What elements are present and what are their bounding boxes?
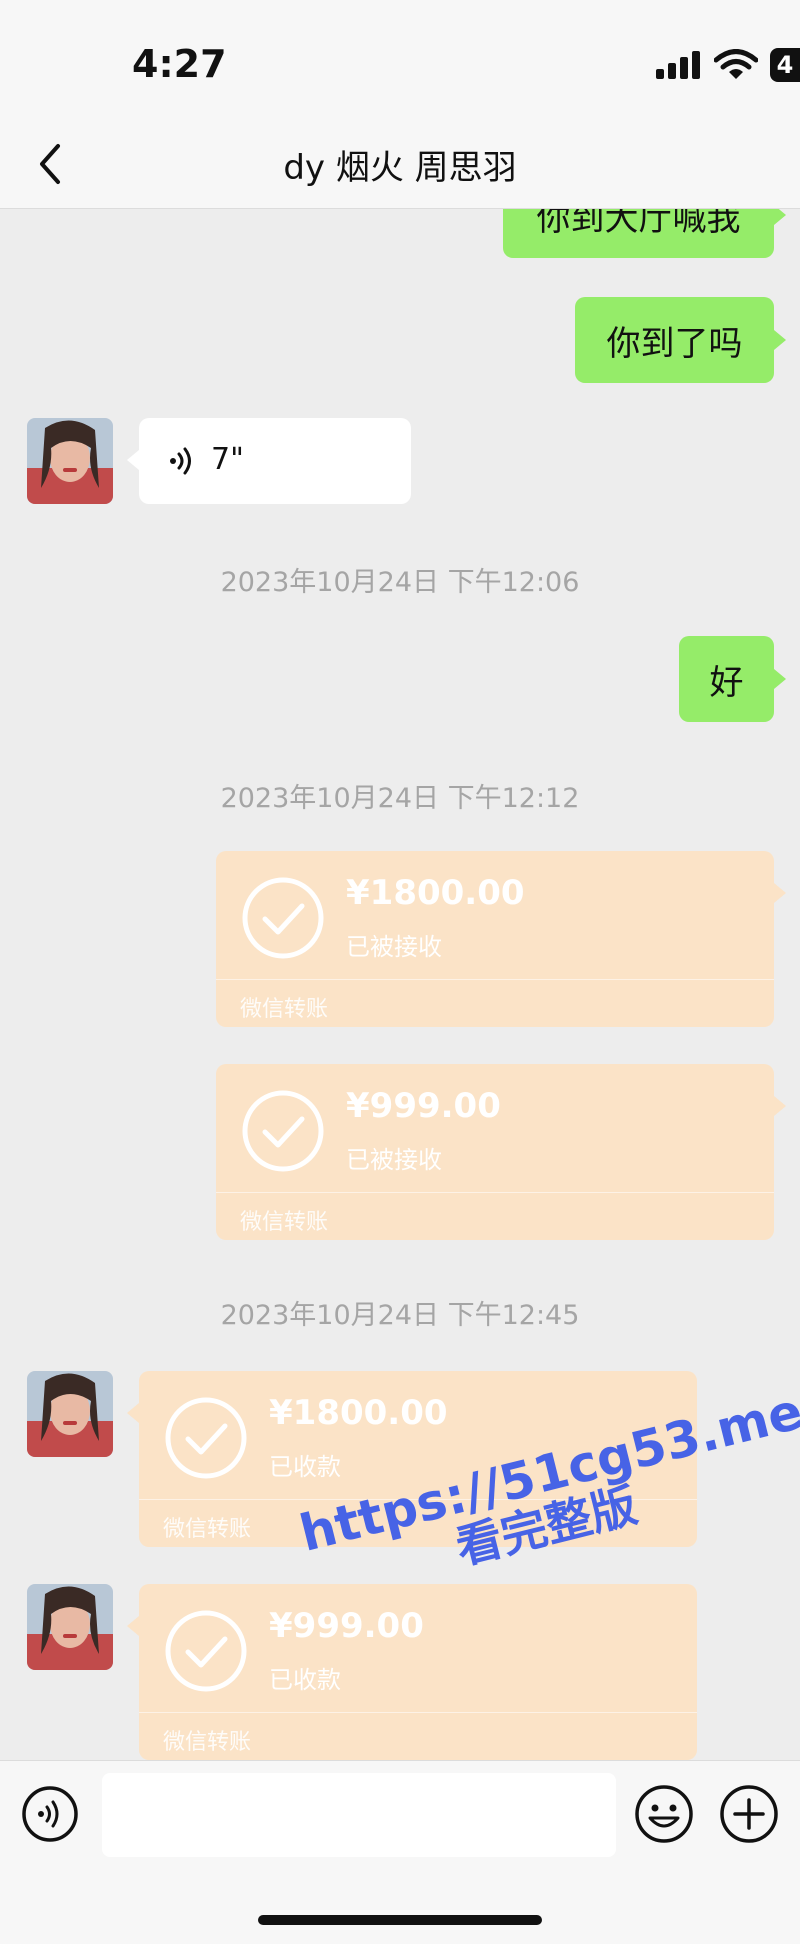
transfer-divider	[139, 1712, 697, 1713]
status-icons: 4	[656, 48, 800, 82]
received-voice-bubble[interactable]: 7"	[127, 418, 411, 504]
transfer-footer: 微信转账	[240, 1210, 329, 1235]
message-text: 好	[709, 662, 744, 703]
battery-level: 4	[776, 51, 794, 79]
avatar-image	[27, 1371, 113, 1457]
contact-avatar[interactable]	[27, 418, 113, 504]
wifi-icon	[714, 49, 758, 79]
sent-text-bubble[interactable]: 好	[679, 636, 786, 722]
status-bar: 4:27 4	[0, 0, 800, 120]
transfer-amount: ¥999.00	[346, 1086, 501, 1126]
avatar-image	[27, 1584, 113, 1670]
transfer-footer: 微信转账	[163, 1730, 252, 1755]
voice-input-icon[interactable]	[21, 1785, 79, 1843]
message-text: 你到大厅喊我	[536, 208, 741, 239]
transfer-amount: ¥1800.00	[269, 1393, 448, 1433]
check-circle-icon	[165, 1610, 247, 1692]
timestamp: 2023年10月24日 下午12:45	[220, 1300, 580, 1331]
emoji-icon[interactable]	[634, 1784, 694, 1844]
avatar-image	[27, 418, 113, 504]
home-indicator	[258, 1915, 542, 1925]
transfer-status: 已被接收	[346, 1146, 442, 1174]
check-circle-icon	[242, 877, 324, 959]
signal-icon	[656, 51, 700, 79]
sent-text-bubble[interactable]: 你到大厅喊我	[503, 208, 786, 258]
sent-text-bubble[interactable]: 你到了吗	[575, 297, 786, 383]
chat-title: dy 烟火 周思羽	[283, 148, 517, 188]
check-circle-icon	[165, 1397, 247, 1479]
chat-header: dy 烟火 周思羽	[0, 120, 800, 209]
transfer-amount: ¥1800.00	[346, 873, 525, 913]
transfer-divider	[216, 1192, 774, 1193]
timestamp: 2023年10月24日 下午12:12	[220, 783, 580, 814]
check-circle-icon	[242, 1090, 324, 1172]
contact-avatar[interactable]	[27, 1584, 113, 1670]
received-transfer-card[interactable]: ¥999.00 已收款 微信转账	[127, 1584, 697, 1760]
transfer-divider	[216, 979, 774, 980]
transfer-footer: 微信转账	[163, 1517, 252, 1542]
message-text: 你到了吗	[606, 323, 743, 364]
message-input[interactable]	[102, 1773, 616, 1857]
contact-avatar[interactable]	[27, 1371, 113, 1457]
transfer-amount: ¥999.00	[269, 1606, 424, 1646]
transfer-status: 已收款	[269, 1666, 341, 1694]
timestamp: 2023年10月24日 下午12:06	[220, 567, 580, 598]
sent-transfer-card[interactable]: ¥1800.00 已被接收 微信转账	[216, 851, 786, 1027]
transfer-status: 已收款	[269, 1453, 341, 1481]
transfer-footer: 微信转账	[240, 997, 329, 1022]
input-bar	[0, 1760, 800, 1944]
status-time: 4:27	[132, 42, 227, 86]
transfer-status: 已被接收	[346, 933, 442, 961]
voice-wave-icon	[170, 447, 191, 475]
battery-icon: 4	[770, 48, 800, 82]
sent-transfer-card[interactable]: ¥999.00 已被接收 微信转账	[216, 1064, 786, 1240]
plus-circle-icon[interactable]	[719, 1784, 779, 1844]
voice-duration: 7"	[211, 442, 244, 477]
